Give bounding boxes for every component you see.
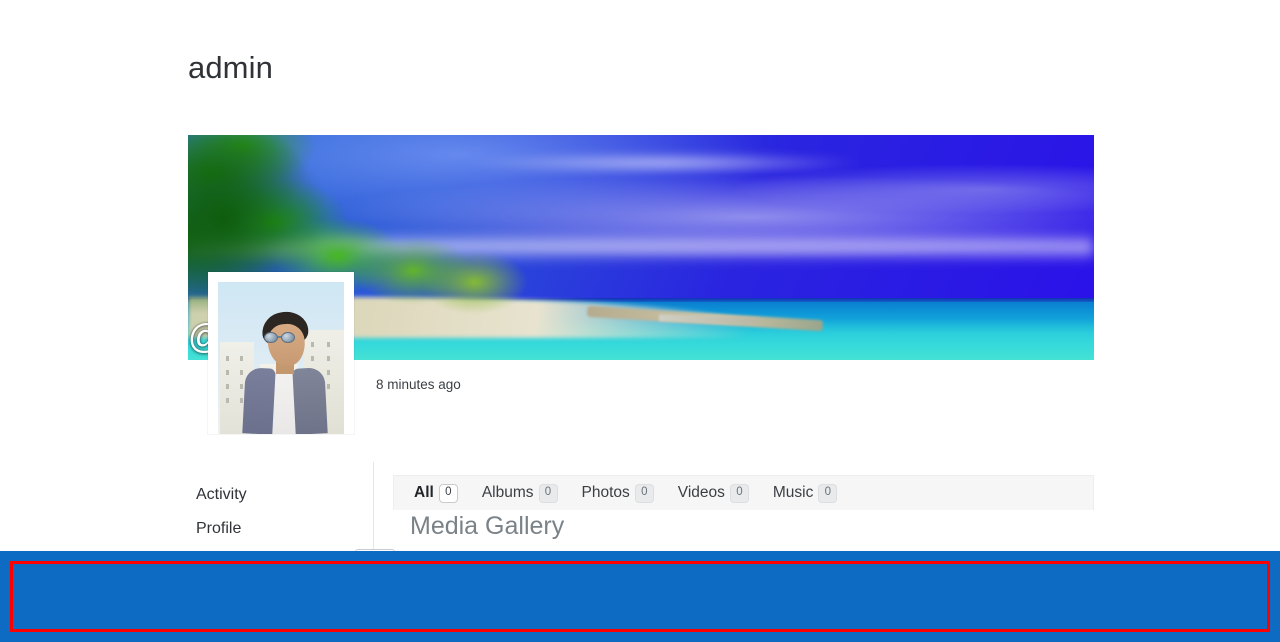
avatar-cardigan-right (292, 367, 328, 434)
tab-photos-count: 0 (634, 483, 654, 503)
tab-photos[interactable]: Photos 0 (570, 477, 666, 510)
tab-all-label: All (414, 484, 434, 501)
media-gallery-heading: Media Gallery (410, 512, 565, 540)
tab-music[interactable]: Music 0 (761, 477, 849, 510)
profile-page: admin @admin (0, 0, 1280, 642)
tab-albums-label: Albums (481, 484, 534, 501)
sidebar-item-profile[interactable]: Profile (196, 512, 366, 546)
tab-music-count: 0 (818, 483, 838, 503)
media-tab-bar: All 0 Albums 0 Photos 0 Videos 0 Music 0 (393, 475, 1094, 510)
tab-all[interactable]: All 0 (402, 477, 470, 510)
tab-videos[interactable]: Videos 0 (666, 477, 761, 510)
avatar-cardigan-left (242, 367, 276, 434)
tab-music-label: Music (772, 484, 814, 501)
cookie-consent-banner: This site uses cookies to deliver our se… (0, 551, 1280, 642)
tab-videos-label: Videos (677, 484, 725, 501)
tab-albums[interactable]: Albums 0 (470, 477, 570, 510)
sidebar-item-activity[interactable]: Activity (196, 478, 366, 512)
tab-albums-count: 0 (538, 483, 558, 503)
tab-photos-label: Photos (581, 484, 630, 501)
avatar-photo (218, 282, 344, 434)
tab-videos-count: 0 (729, 483, 749, 503)
profile-sidebar: Activity Profile (196, 478, 366, 546)
page-title: admin (188, 50, 273, 85)
avatar[interactable] (208, 272, 354, 434)
tab-all-count: 0 (438, 483, 458, 503)
profile-timestamp: 8 minutes ago (376, 377, 461, 392)
sunglasses-icon (264, 332, 298, 343)
